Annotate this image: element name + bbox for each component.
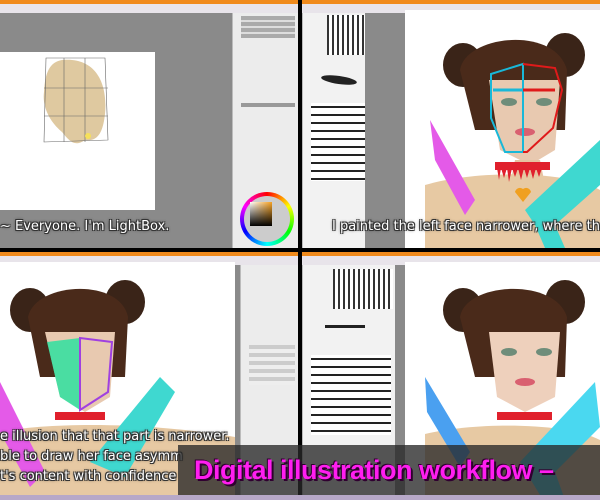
brush-grid[interactable] — [327, 15, 365, 55]
drawing-canvas[interactable] — [0, 52, 155, 210]
color-wheel[interactable] — [240, 192, 294, 246]
subtitle-line: ble to draw her face asymm — [0, 449, 183, 464]
illustration-girl — [425, 33, 600, 248]
panel-face-guides: I painted the left face narrower, where … — [302, 0, 600, 248]
subtitle-line: t's content with confidence — [0, 469, 177, 484]
subtitle-line: e illusion that that part is narrower. — [0, 429, 230, 444]
brush-panel[interactable] — [302, 13, 365, 248]
layer-list[interactable] — [241, 16, 295, 38]
brush-list[interactable] — [311, 355, 391, 435]
layer-list[interactable] — [249, 345, 295, 385]
active-layer[interactable] — [241, 103, 295, 107]
panel-face-sketch: ~ Everyone. I'm LightBox. — [0, 0, 298, 248]
bottom-strip — [0, 495, 600, 500]
subtitle-line: I painted the left face narrower, where … — [332, 219, 600, 234]
banner-title: Digital illustration workflow – — [194, 454, 554, 485]
title-banner: Digital illustration workflow – — [178, 445, 600, 495]
subtitle-line: ~ Everyone. I'm LightBox. — [0, 219, 170, 234]
brush-grid[interactable] — [333, 269, 393, 309]
face-base-sketch — [43, 57, 109, 144]
menu-bar[interactable] — [0, 4, 298, 13]
brush-list[interactable] — [311, 103, 365, 181]
brush-preview — [325, 325, 365, 328]
drawing-canvas[interactable] — [405, 10, 600, 248]
brush-preview — [320, 73, 358, 87]
